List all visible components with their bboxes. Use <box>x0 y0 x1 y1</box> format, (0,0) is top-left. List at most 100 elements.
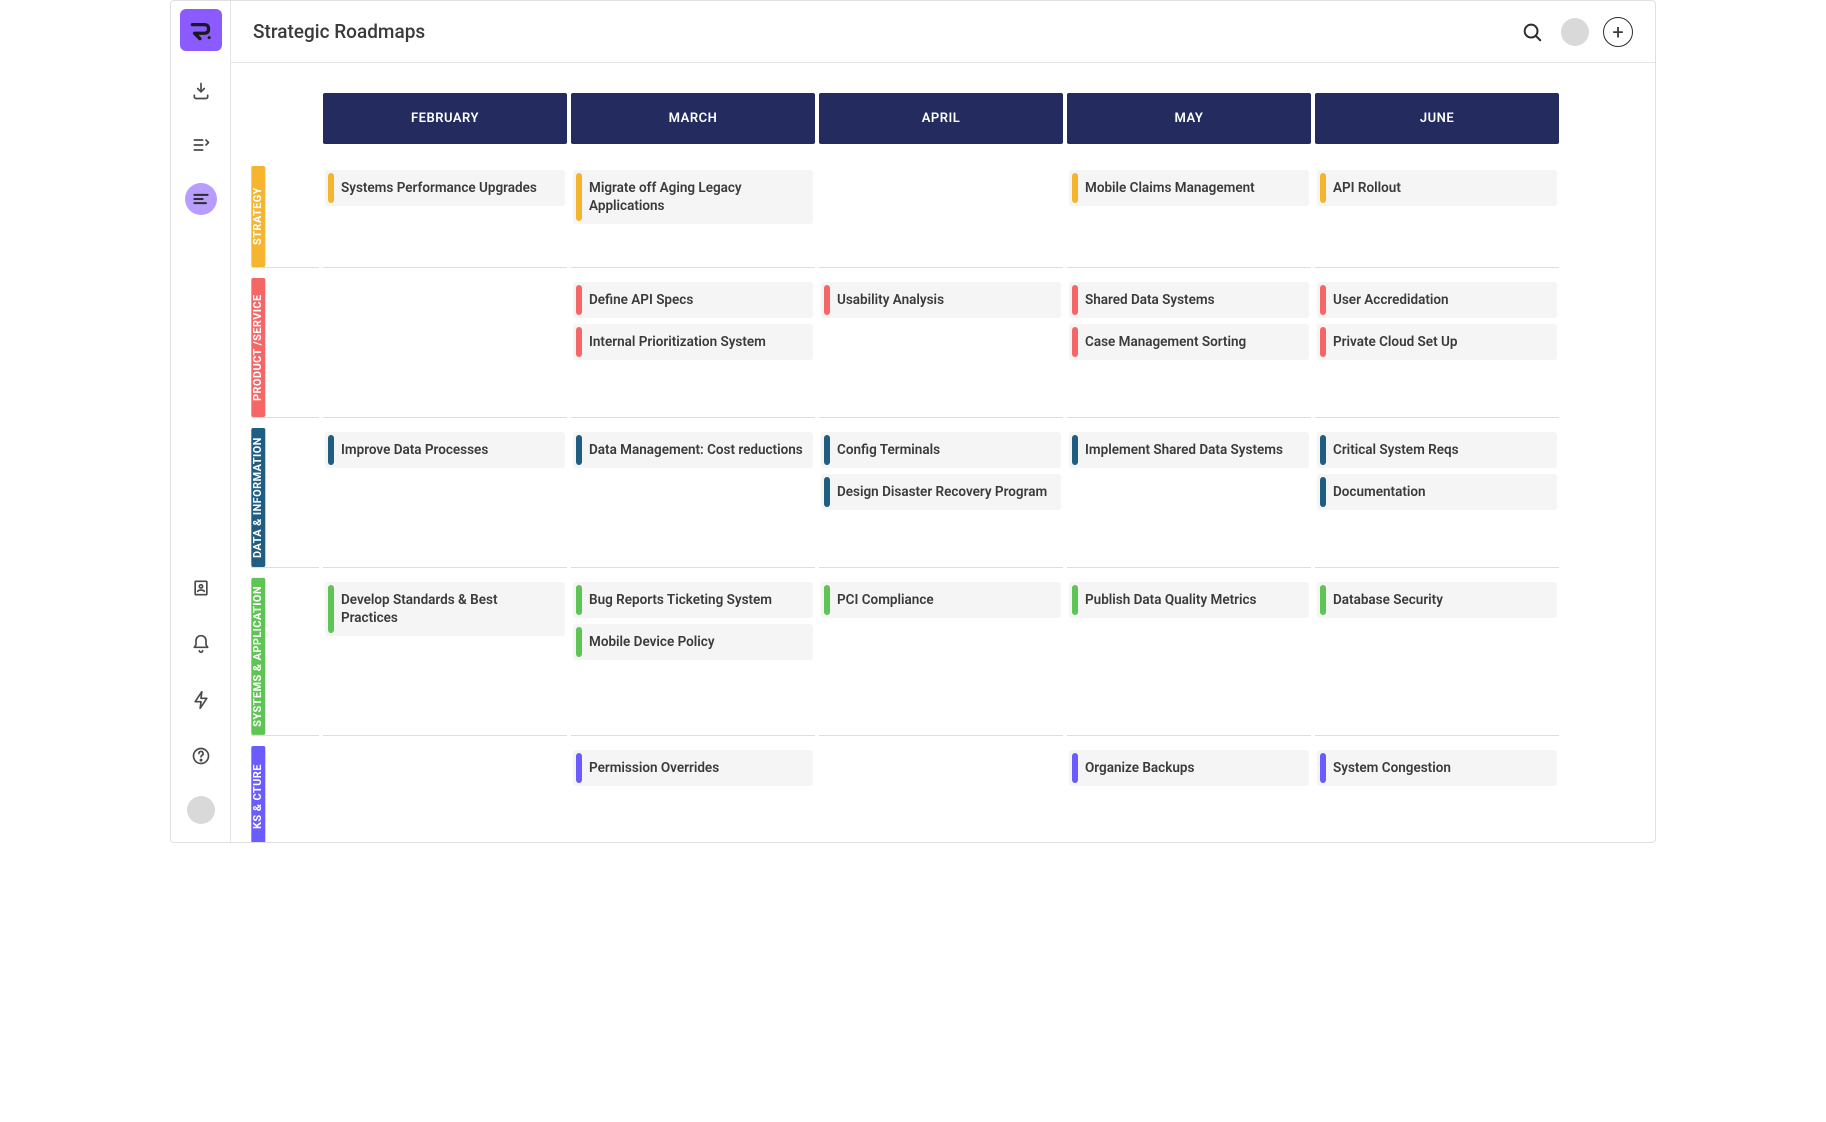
card-accent <box>824 585 830 615</box>
card-text: Bug Reports Ticketing System <box>585 582 813 618</box>
card-accent <box>576 327 582 357</box>
roadmap-canvas[interactable]: FEBRUARYMARCHAPRILMAYJUNESTRATEGYSystems… <box>231 63 1655 842</box>
left-sidebar <box>171 1 231 842</box>
lane-cell: Bug Reports Ticketing System Mobile Devic… <box>571 578 815 736</box>
lane-cell: Database Security <box>1315 578 1559 736</box>
lane-label-systems[interactable]: SYSTEMS & APPLICATION <box>251 578 265 735</box>
roadmap-card[interactable]: Develop Standards & Best Practices <box>325 582 565 636</box>
roadmap-card[interactable]: Internal Prioritization System <box>573 324 813 360</box>
card-accent <box>1320 173 1326 203</box>
page-title: Strategic Roadmaps <box>253 20 425 43</box>
lane-cell: System Congestion <box>1315 746 1559 842</box>
roadmap-card[interactable]: PCI Compliance <box>821 582 1061 618</box>
help-icon[interactable] <box>185 740 217 772</box>
card-accent <box>1072 173 1078 203</box>
lane-cell: Permission Overrides <box>571 746 815 842</box>
roadmap-grid: FEBRUARYMARCHAPRILMAYJUNESTRATEGYSystems… <box>251 93 1635 842</box>
list-icon[interactable] <box>185 129 217 161</box>
roadmap-card[interactable]: Config Terminals <box>821 432 1061 468</box>
card-text: Mobile Device Policy <box>585 624 813 660</box>
card-text: Documentation <box>1329 474 1557 510</box>
roadmap-card[interactable]: Implement Shared Data Systems <box>1069 432 1309 468</box>
card-accent <box>1320 753 1326 783</box>
card-text: Case Management Sorting <box>1081 324 1309 360</box>
lane-cell: Organize Backups <box>1067 746 1311 842</box>
import-icon[interactable] <box>185 75 217 107</box>
lane-cell: User Accredidation Private Cloud Set Up <box>1315 278 1559 418</box>
card-accent <box>576 173 582 221</box>
roadmap-card[interactable]: API Rollout <box>1317 170 1557 206</box>
card-accent <box>328 585 334 633</box>
roadmap-card[interactable]: Bug Reports Ticketing System <box>573 582 813 618</box>
card-text: Organize Backups <box>1081 750 1309 786</box>
app-frame: Strategic Roadmaps + FEBRUARYMARCHAPRILM… <box>170 0 1656 843</box>
roadmap-card[interactable]: Database Security <box>1317 582 1557 618</box>
card-text: Critical System Reqs <box>1329 432 1557 468</box>
roadmap-card[interactable]: Data Management: Cost reductions <box>573 432 813 468</box>
roadmap-card[interactable]: Documentation <box>1317 474 1557 510</box>
lane-cell <box>323 746 567 842</box>
card-text: Usability Analysis <box>833 282 1061 318</box>
logo-icon <box>188 17 214 43</box>
roadmap-card[interactable]: Mobile Claims Management <box>1069 170 1309 206</box>
roadmap-card[interactable]: Improve Data Processes <box>325 432 565 468</box>
roadmap-card[interactable]: Mobile Device Policy <box>573 624 813 660</box>
card-accent <box>1320 285 1326 315</box>
roadmap-icon[interactable] <box>185 183 217 215</box>
card-accent <box>824 477 830 507</box>
roadmap-card[interactable]: Design Disaster Recovery Program <box>821 474 1061 510</box>
lane-cell: Mobile Claims Management <box>1067 166 1311 268</box>
card-accent <box>328 435 334 465</box>
search-icon[interactable] <box>1517 17 1547 47</box>
contacts-icon[interactable] <box>185 572 217 604</box>
roadmap-card[interactable]: Define API Specs <box>573 282 813 318</box>
roadmap-card[interactable]: Permission Overrides <box>573 750 813 786</box>
roadmap-card[interactable]: Systems Performance Upgrades <box>325 170 565 206</box>
app-logo[interactable] <box>180 9 222 51</box>
lane-label-risks[interactable]: KS & CTURE <box>251 746 265 842</box>
card-text: Internal Prioritization System <box>585 324 813 360</box>
lane-cell: Develop Standards & Best Practices <box>323 578 567 736</box>
lane-cell: Data Management: Cost reductions <box>571 428 815 568</box>
roadmap-card[interactable]: Publish Data Quality Metrics <box>1069 582 1309 618</box>
lane-cell: Implement Shared Data Systems <box>1067 428 1311 568</box>
lane-label-strategy[interactable]: STRATEGY <box>251 166 265 267</box>
roadmap-card[interactable]: Usability Analysis <box>821 282 1061 318</box>
month-header: FEBRUARY <box>323 93 567 144</box>
main-area: Strategic Roadmaps + FEBRUARYMARCHAPRILM… <box>231 1 1655 842</box>
lane-label-data[interactable]: DATA & INFORMATION <box>251 428 265 567</box>
card-text: Develop Standards & Best Practices <box>337 582 565 636</box>
lane-label-product[interactable]: PRODUCT /SERVICE <box>251 278 265 417</box>
card-accent <box>1320 477 1326 507</box>
card-accent <box>1320 327 1326 357</box>
card-accent <box>824 285 830 315</box>
roadmap-card[interactable]: Organize Backups <box>1069 750 1309 786</box>
lane-cell: Config Terminals Design Disaster Recovery… <box>819 428 1063 568</box>
roadmap-card[interactable]: Private Cloud Set Up <box>1317 324 1557 360</box>
roadmap-card[interactable]: System Congestion <box>1317 750 1557 786</box>
card-accent <box>1320 585 1326 615</box>
card-accent <box>576 753 582 783</box>
roadmap-card[interactable]: User Accredidation <box>1317 282 1557 318</box>
card-text: API Rollout <box>1329 170 1557 206</box>
user-avatar[interactable] <box>1561 18 1589 46</box>
add-button[interactable]: + <box>1603 17 1633 47</box>
avatar[interactable] <box>187 796 215 824</box>
card-accent <box>1072 435 1078 465</box>
card-accent <box>576 435 582 465</box>
card-text: Define API Specs <box>585 282 813 318</box>
card-accent <box>576 585 582 615</box>
card-accent <box>1320 435 1326 465</box>
month-header: MARCH <box>571 93 815 144</box>
bolt-icon[interactable] <box>185 684 217 716</box>
card-text: Permission Overrides <box>585 750 813 786</box>
card-text: Systems Performance Upgrades <box>337 170 565 206</box>
bell-icon[interactable] <box>185 628 217 660</box>
roadmap-card[interactable]: Shared Data Systems <box>1069 282 1309 318</box>
lane-cell: Shared Data Systems Case Management Sorti… <box>1067 278 1311 418</box>
roadmap-card[interactable]: Migrate off Aging Legacy Applications <box>573 170 813 224</box>
month-header: JUNE <box>1315 93 1559 144</box>
lane-cell: Define API Specs Internal Prioritization … <box>571 278 815 418</box>
roadmap-card[interactable]: Critical System Reqs <box>1317 432 1557 468</box>
roadmap-card[interactable]: Case Management Sorting <box>1069 324 1309 360</box>
